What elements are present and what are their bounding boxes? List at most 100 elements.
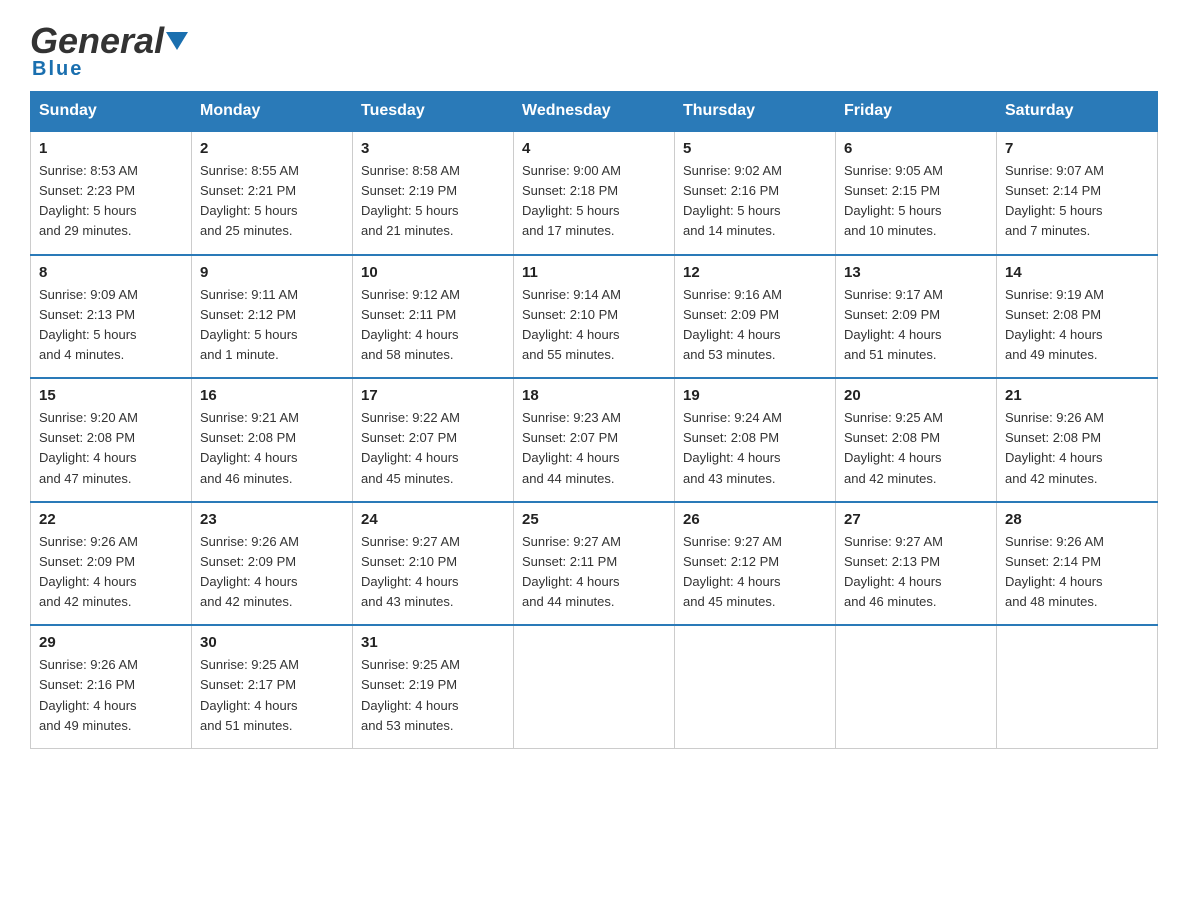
day-cell-14: 14 Sunrise: 9:19 AMSunset: 2:08 PMDayligh…	[997, 255, 1158, 379]
day-cell-3: 3 Sunrise: 8:58 AMSunset: 2:19 PMDaylight…	[353, 131, 514, 255]
day-info-29: Sunrise: 9:26 AMSunset: 2:16 PMDaylight:…	[39, 655, 183, 736]
day-cell-11: 11 Sunrise: 9:14 AMSunset: 2:10 PMDayligh…	[514, 255, 675, 379]
day-cell-4: 4 Sunrise: 9:00 AMSunset: 2:18 PMDaylight…	[514, 131, 675, 255]
day-info-26: Sunrise: 9:27 AMSunset: 2:12 PMDaylight:…	[683, 532, 827, 613]
day-cell-16: 16 Sunrise: 9:21 AMSunset: 2:08 PMDayligh…	[192, 378, 353, 502]
day-number-21: 21	[1005, 387, 1149, 404]
day-number-27: 27	[844, 511, 988, 528]
day-cell-26: 26 Sunrise: 9:27 AMSunset: 2:12 PMDayligh…	[675, 502, 836, 626]
day-number-24: 24	[361, 511, 505, 528]
day-number-17: 17	[361, 387, 505, 404]
day-number-31: 31	[361, 634, 505, 651]
day-info-7: Sunrise: 9:07 AMSunset: 2:14 PMDaylight:…	[1005, 161, 1149, 242]
day-cell-2: 2 Sunrise: 8:55 AMSunset: 2:21 PMDaylight…	[192, 131, 353, 255]
day-number-23: 23	[200, 511, 344, 528]
day-number-30: 30	[200, 634, 344, 651]
day-number-12: 12	[683, 264, 827, 281]
day-info-6: Sunrise: 9:05 AMSunset: 2:15 PMDaylight:…	[844, 161, 988, 242]
day-info-11: Sunrise: 9:14 AMSunset: 2:10 PMDaylight:…	[522, 285, 666, 366]
day-number-22: 22	[39, 511, 183, 528]
day-number-1: 1	[39, 140, 183, 157]
day-info-20: Sunrise: 9:25 AMSunset: 2:08 PMDaylight:…	[844, 408, 988, 489]
day-info-14: Sunrise: 9:19 AMSunset: 2:08 PMDaylight:…	[1005, 285, 1149, 366]
day-cell-22: 22 Sunrise: 9:26 AMSunset: 2:09 PMDayligh…	[31, 502, 192, 626]
day-cell-30: 30Sunrise: 9:25 AMSunset: 2:17 PMDayligh…	[192, 625, 353, 748]
day-number-8: 8	[39, 264, 183, 281]
week-row-1: 1 Sunrise: 8:53 AMSunset: 2:23 PMDaylight…	[31, 131, 1158, 255]
day-cell-10: 10 Sunrise: 9:12 AMSunset: 2:11 PMDayligh…	[353, 255, 514, 379]
day-info-25: Sunrise: 9:27 AMSunset: 2:11 PMDaylight:…	[522, 532, 666, 613]
day-info-2: Sunrise: 8:55 AMSunset: 2:21 PMDaylight:…	[200, 161, 344, 242]
day-info-10: Sunrise: 9:12 AMSunset: 2:11 PMDaylight:…	[361, 285, 505, 366]
day-number-9: 9	[200, 264, 344, 281]
day-info-23: Sunrise: 9:26 AMSunset: 2:09 PMDaylight:…	[200, 532, 344, 613]
day-cell-27: 27 Sunrise: 9:27 AMSunset: 2:13 PMDayligh…	[836, 502, 997, 626]
day-info-9: Sunrise: 9:11 AMSunset: 2:12 PMDaylight:…	[200, 285, 344, 366]
weekday-header-row: SundayMondayTuesdayWednesdayThursdayFrid…	[31, 92, 1158, 132]
day-cell-7: 7 Sunrise: 9:07 AMSunset: 2:14 PMDaylight…	[997, 131, 1158, 255]
day-number-26: 26	[683, 511, 827, 528]
day-cell-19: 19 Sunrise: 9:24 AMSunset: 2:08 PMDayligh…	[675, 378, 836, 502]
day-number-10: 10	[361, 264, 505, 281]
day-info-28: Sunrise: 9:26 AMSunset: 2:14 PMDaylight:…	[1005, 532, 1149, 613]
day-info-13: Sunrise: 9:17 AMSunset: 2:09 PMDaylight:…	[844, 285, 988, 366]
empty-cell	[514, 625, 675, 748]
day-info-4: Sunrise: 9:00 AMSunset: 2:18 PMDaylight:…	[522, 161, 666, 242]
day-number-7: 7	[1005, 140, 1149, 157]
weekday-header-monday: Monday	[192, 92, 353, 132]
logo: General Blue	[30, 20, 188, 81]
day-cell-29: 29 Sunrise: 9:26 AMSunset: 2:16 PMDayligh…	[31, 625, 192, 748]
empty-cell	[836, 625, 997, 748]
week-row-3: 15 Sunrise: 9:20 AMSunset: 2:08 PMDayligh…	[31, 378, 1158, 502]
day-info-12: Sunrise: 9:16 AMSunset: 2:09 PMDaylight:…	[683, 285, 827, 366]
day-number-2: 2	[200, 140, 344, 157]
day-info-24: Sunrise: 9:27 AMSunset: 2:10 PMDaylight:…	[361, 532, 505, 613]
day-cell-5: 5 Sunrise: 9:02 AMSunset: 2:16 PMDaylight…	[675, 131, 836, 255]
weekday-header-sunday: Sunday	[31, 92, 192, 132]
day-number-4: 4	[522, 140, 666, 157]
day-number-5: 5	[683, 140, 827, 157]
day-number-13: 13	[844, 264, 988, 281]
day-cell-21: 21 Sunrise: 9:26 AMSunset: 2:08 PMDayligh…	[997, 378, 1158, 502]
empty-cell	[997, 625, 1158, 748]
day-cell-18: 18Sunrise: 9:23 AMSunset: 2:07 PMDayligh…	[514, 378, 675, 502]
day-number-15: 15	[39, 387, 183, 404]
calendar-table: SundayMondayTuesdayWednesdayThursdayFrid…	[30, 91, 1158, 749]
day-number-20: 20	[844, 387, 988, 404]
day-info-3: Sunrise: 8:58 AMSunset: 2:19 PMDaylight:…	[361, 161, 505, 242]
day-cell-12: 12 Sunrise: 9:16 AMSunset: 2:09 PMDayligh…	[675, 255, 836, 379]
day-info-31: Sunrise: 9:25 AMSunset: 2:19 PMDaylight:…	[361, 655, 505, 736]
day-info-17: Sunrise: 9:22 AMSunset: 2:07 PMDaylight:…	[361, 408, 505, 489]
weekday-header-thursday: Thursday	[675, 92, 836, 132]
day-cell-1: 1 Sunrise: 8:53 AMSunset: 2:23 PMDaylight…	[31, 131, 192, 255]
weekday-header-wednesday: Wednesday	[514, 92, 675, 132]
day-info-27: Sunrise: 9:27 AMSunset: 2:13 PMDaylight:…	[844, 532, 988, 613]
day-number-19: 19	[683, 387, 827, 404]
day-info-1: Sunrise: 8:53 AMSunset: 2:23 PMDaylight:…	[39, 161, 183, 242]
day-cell-28: 28Sunrise: 9:26 AMSunset: 2:14 PMDayligh…	[997, 502, 1158, 626]
day-cell-8: 8 Sunrise: 9:09 AMSunset: 2:13 PMDaylight…	[31, 255, 192, 379]
week-row-4: 22 Sunrise: 9:26 AMSunset: 2:09 PMDayligh…	[31, 502, 1158, 626]
day-cell-15: 15 Sunrise: 9:20 AMSunset: 2:08 PMDayligh…	[31, 378, 192, 502]
day-info-16: Sunrise: 9:21 AMSunset: 2:08 PMDaylight:…	[200, 408, 344, 489]
day-number-25: 25	[522, 511, 666, 528]
day-info-22: Sunrise: 9:26 AMSunset: 2:09 PMDaylight:…	[39, 532, 183, 613]
day-info-5: Sunrise: 9:02 AMSunset: 2:16 PMDaylight:…	[683, 161, 827, 242]
day-number-16: 16	[200, 387, 344, 404]
day-info-15: Sunrise: 9:20 AMSunset: 2:08 PMDaylight:…	[39, 408, 183, 489]
day-cell-9: 9 Sunrise: 9:11 AMSunset: 2:12 PMDaylight…	[192, 255, 353, 379]
logo-triangle-icon	[166, 32, 188, 55]
day-number-14: 14	[1005, 264, 1149, 281]
weekday-header-tuesday: Tuesday	[353, 92, 514, 132]
day-number-29: 29	[39, 634, 183, 651]
day-number-3: 3	[361, 140, 505, 157]
day-info-21: Sunrise: 9:26 AMSunset: 2:08 PMDaylight:…	[1005, 408, 1149, 489]
logo-blue-text: Blue	[32, 58, 83, 81]
day-info-19: Sunrise: 9:24 AMSunset: 2:08 PMDaylight:…	[683, 408, 827, 489]
week-row-2: 8 Sunrise: 9:09 AMSunset: 2:13 PMDaylight…	[31, 255, 1158, 379]
day-cell-31: 31 Sunrise: 9:25 AMSunset: 2:19 PMDayligh…	[353, 625, 514, 748]
weekday-header-saturday: Saturday	[997, 92, 1158, 132]
day-cell-13: 13 Sunrise: 9:17 AMSunset: 2:09 PMDayligh…	[836, 255, 997, 379]
day-info-8: Sunrise: 9:09 AMSunset: 2:13 PMDaylight:…	[39, 285, 183, 366]
day-number-11: 11	[522, 264, 666, 281]
